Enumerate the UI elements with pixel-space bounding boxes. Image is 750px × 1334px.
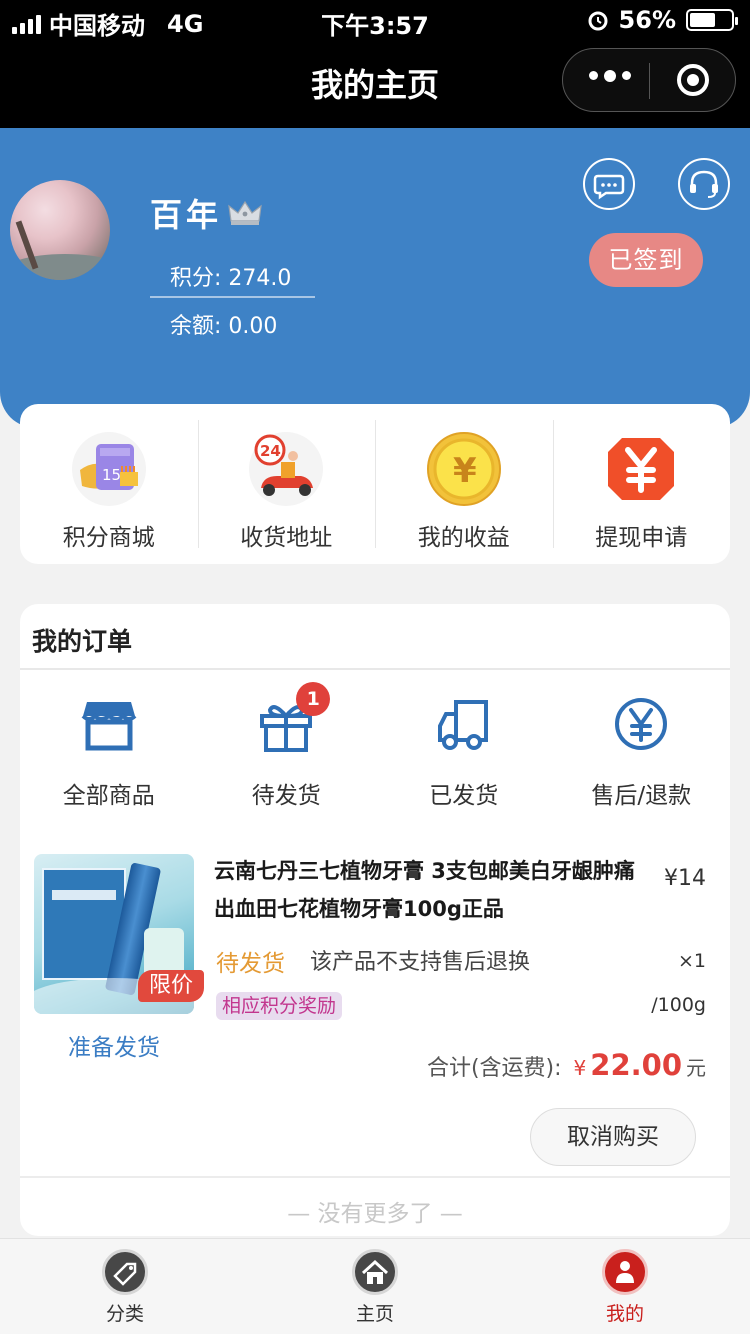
status-after-sales[interactable]: 售后/退款 — [553, 686, 731, 810]
points-mall-icon: 15 — [70, 430, 148, 508]
status-pending-shipment[interactable]: 1 待发货 — [198, 682, 376, 810]
points-label: 积分: — [170, 266, 222, 291]
tab-home[interactable]: 主页 — [250, 1239, 500, 1334]
feature-withdraw[interactable]: 提现申请 — [552, 404, 731, 564]
feature-points-mall[interactable]: 15 积分商城 — [20, 404, 198, 564]
return-policy: 该产品不支持售后退换 — [310, 950, 531, 975]
home-icon — [352, 1249, 398, 1295]
feature-delivery-address[interactable]: 24 收货地址 — [197, 404, 376, 564]
currency-symbol: ¥ — [573, 1056, 587, 1080]
total-value: 22.00 — [590, 1048, 682, 1082]
points-reward-tag: 相应积分奖励 — [216, 992, 343, 1020]
feature-label: 提现申请 — [595, 525, 688, 551]
more-menu-icon[interactable] — [589, 70, 631, 82]
feature-label: 收货地址 — [240, 525, 333, 551]
status-label: 待发货 — [251, 783, 321, 809]
order-state: 待发货 — [216, 951, 285, 977]
svg-text:15: 15 — [102, 466, 121, 484]
status-label: 售后/退款 — [591, 783, 692, 809]
profile-icon — [602, 1249, 648, 1295]
mini-program-capsule — [562, 48, 736, 112]
orders-title: 我的订单 — [32, 627, 133, 656]
svg-text:24: 24 — [260, 442, 281, 460]
status-label: 已发货 — [429, 783, 499, 809]
total-label: 合计(含运费): — [426, 1056, 562, 1081]
status-shipped[interactable]: 已发货 — [375, 686, 553, 810]
username-label: 百年 — [150, 196, 223, 234]
truck-icon — [434, 694, 494, 754]
close-mini-program-icon[interactable] — [677, 64, 709, 96]
tab-label: 分类 — [105, 1303, 144, 1325]
balance-label: 余额: — [170, 314, 222, 339]
check-in-button[interactable]: 已签到 — [589, 233, 703, 287]
battery-icon — [686, 9, 738, 31]
pending-badge: 1 — [296, 682, 331, 716]
nav-bar: 我的主页 — [0, 40, 750, 128]
message-button[interactable] — [583, 158, 635, 210]
product-spec: /100g — [651, 994, 706, 1016]
tab-label: 主页 — [355, 1303, 394, 1325]
points-row: 积分: 274.0 — [170, 260, 291, 292]
username: 百年 — [150, 190, 262, 236]
customer-service-button[interactable] — [678, 158, 730, 210]
shop-icon — [79, 694, 139, 754]
category-icon — [102, 1249, 148, 1295]
orders-card: 我的订单 全部商品 1 待发货 已发货 售后/退款 限价 准备发货 云南七丹三七… — [20, 604, 730, 1236]
earnings-icon: ¥ — [425, 430, 503, 508]
yen-icon — [611, 694, 671, 754]
order-total: 合计(含运费): ¥ 22.00 元 — [427, 1048, 706, 1082]
withdraw-icon — [602, 430, 680, 508]
balance-row: 余额: 0.00 — [170, 308, 277, 340]
battery-percent: 56% — [618, 6, 676, 34]
shipping-note: 准备发货 — [68, 1035, 160, 1061]
profile-header: 百年 积分: 274.0 余额: 0.00 已签到 — [0, 128, 750, 428]
status-label: 全部商品 — [62, 783, 155, 809]
product-price: ¥14 — [664, 866, 706, 891]
delivery-address-icon: 24 — [247, 430, 325, 508]
order-status-row: 全部商品 1 待发货 已发货 售后/退款 — [20, 682, 731, 810]
feature-card: 15 积分商城 24 收货地址 ¥ 我的收益 提现申请 — [20, 404, 730, 564]
balance-value: 0.00 — [228, 314, 278, 339]
quantity: ×1 — [677, 950, 706, 972]
feature-my-earnings[interactable]: ¥ 我的收益 — [375, 404, 553, 564]
feature-label: 积分商城 — [62, 525, 155, 551]
chat-bubble-icon — [593, 174, 625, 200]
svg-text:¥: ¥ — [453, 451, 477, 491]
tab-profile[interactable]: 我的 — [500, 1239, 750, 1334]
limited-price-tag: 限价 — [138, 970, 204, 1002]
gift-icon: 1 — [256, 682, 331, 754]
tab-bar: 分类 主页 我的 — [0, 1238, 750, 1334]
product-name[interactable]: 云南七丹三七植物牙膏 3支包邮美白牙龈肿痛出血田七花植物牙膏100g正品 — [214, 852, 644, 928]
feature-label: 我的收益 — [417, 525, 510, 551]
status-bar: 中国移动 4G 下午3:57 56% — [0, 0, 750, 40]
status-all-products[interactable]: 全部商品 — [20, 686, 198, 810]
alarm-icon — [588, 11, 608, 31]
currency-unit: 元 — [686, 1056, 706, 1080]
headset-icon — [690, 170, 718, 198]
tab-category[interactable]: 分类 — [0, 1239, 250, 1334]
cancel-purchase-button[interactable]: 取消购买 — [530, 1108, 696, 1166]
points-value: 274.0 — [228, 266, 292, 291]
crown-icon — [228, 200, 262, 225]
tab-label: 我的 — [605, 1303, 644, 1325]
no-more-label: — 没有更多了 — — [287, 1201, 463, 1227]
avatar[interactable] — [10, 180, 110, 280]
